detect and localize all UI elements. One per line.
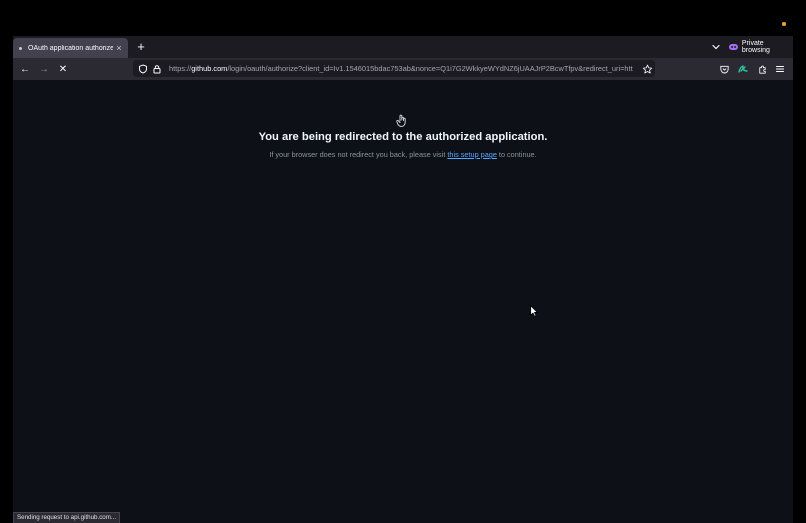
- extension-icon: [738, 65, 748, 73]
- forward-arrow-icon: →: [39, 63, 49, 75]
- private-browsing-label: Private browsing: [741, 40, 770, 54]
- forward-button[interactable]: →: [36, 61, 52, 77]
- tab-favicon-icon: [19, 46, 22, 50]
- url-text[interactable]: https://github.com/login/oauth/authorize…: [169, 64, 655, 73]
- desktop-top-bar: [0, 0, 806, 36]
- redirect-heading: You are being redirected to the authoriz…: [258, 131, 548, 143]
- app-menu-button[interactable]: [772, 61, 788, 77]
- tab-close-icon[interactable]: ×: [113, 43, 125, 53]
- shield-icon[interactable]: [137, 63, 149, 75]
- navigation-toolbar: ← → ✕ https://github.com/login/oauth/aut…: [13, 58, 793, 80]
- back-arrow-icon: ←: [20, 63, 30, 75]
- menu-icon: [775, 65, 785, 73]
- stop-loading-button[interactable]: ✕: [55, 61, 71, 77]
- stop-icon: ✕: [58, 63, 68, 75]
- private-mask-icon: [729, 44, 738, 50]
- chevron-down-icon: [712, 44, 720, 50]
- lock-icon[interactable]: [151, 63, 163, 75]
- page-content: You are being redirected to the authoriz…: [13, 80, 793, 523]
- pocket-button[interactable]: [716, 61, 732, 77]
- list-all-tabs-button[interactable]: [709, 40, 723, 54]
- url-bar[interactable]: https://github.com/login/oauth/authorize…: [133, 60, 655, 77]
- url-prefix: https://: [169, 64, 192, 73]
- bookmark-star-button[interactable]: [639, 61, 655, 77]
- status-bar: Sending request to api.github.com...: [13, 512, 121, 523]
- url-path: /login/oauth/authorize?client_id=Iv1.154…: [227, 64, 633, 73]
- tab-title: OAuth application authorized: [28, 44, 113, 52]
- star-icon: [642, 64, 652, 73]
- tab-oauth[interactable]: OAuth application authorized ×: [13, 38, 128, 58]
- back-button[interactable]: ←: [17, 61, 33, 77]
- extensions-button[interactable]: [754, 61, 770, 77]
- private-browsing-indicator: Private browsing: [729, 39, 793, 55]
- mouse-cursor-icon: [530, 305, 538, 317]
- redirect-subtext: If your browser does not redirect you ba…: [13, 150, 793, 159]
- subtext-after: to continue.: [496, 150, 537, 159]
- puzzle-icon: [758, 65, 766, 74]
- recording-indicator: [782, 22, 786, 26]
- new-tab-button[interactable]: +: [133, 39, 149, 55]
- hand-logo-icon: [396, 114, 406, 127]
- setup-page-link[interactable]: this setup page: [447, 150, 497, 159]
- url-host: github.com: [191, 64, 228, 73]
- extension-button[interactable]: [735, 61, 751, 77]
- browser-window: OAuth application authorized × + Private…: [13, 36, 793, 523]
- pocket-icon: [719, 65, 729, 73]
- subtext-before: If your browser does not redirect you ba…: [269, 150, 448, 159]
- tab-bar: OAuth application authorized × + Private…: [13, 36, 793, 58]
